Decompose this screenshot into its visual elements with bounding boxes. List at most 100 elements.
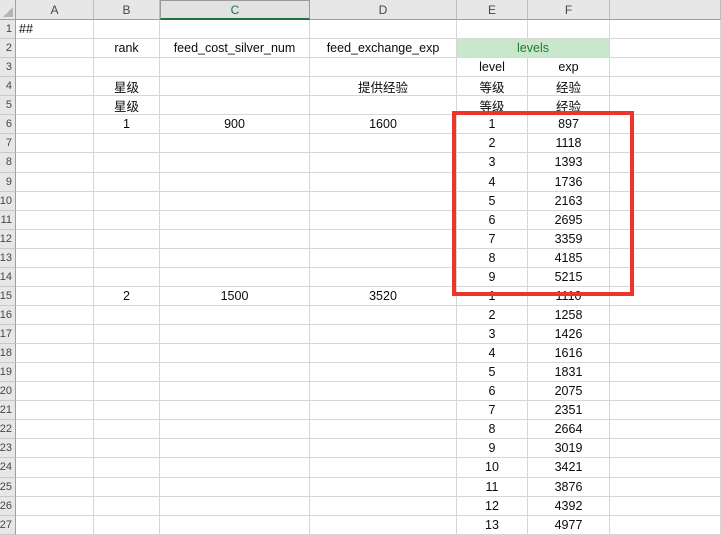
- cell-F11[interactable]: 2695: [528, 211, 610, 230]
- row-header-15[interactable]: 15: [0, 287, 16, 306]
- cell-A20[interactable]: [16, 382, 94, 401]
- cell-C2[interactable]: feed_cost_silver_num: [160, 39, 310, 58]
- column-header-B[interactable]: B: [94, 0, 160, 20]
- cell-G25[interactable]: [610, 478, 721, 497]
- cell-G16[interactable]: [610, 306, 721, 325]
- cell-D15[interactable]: 3520: [310, 287, 457, 306]
- row-header-10[interactable]: 10: [0, 192, 16, 211]
- cell-G17[interactable]: [610, 325, 721, 344]
- cell-F16[interactable]: 1258: [528, 306, 610, 325]
- cell-F18[interactable]: 1616: [528, 344, 610, 363]
- cell-C25[interactable]: [160, 478, 310, 497]
- cell-D27[interactable]: [310, 516, 457, 535]
- cell-B26[interactable]: [94, 497, 160, 516]
- cell-E3[interactable]: level: [457, 58, 528, 77]
- cell-B13[interactable]: [94, 249, 160, 268]
- cell-C18[interactable]: [160, 344, 310, 363]
- cell-D8[interactable]: [310, 153, 457, 172]
- cell-G5[interactable]: [610, 96, 721, 115]
- row-header-5[interactable]: 5: [0, 96, 16, 115]
- cell-A25[interactable]: [16, 478, 94, 497]
- cell-A26[interactable]: [16, 497, 94, 516]
- cell-F27[interactable]: 4977: [528, 516, 610, 535]
- cell-G8[interactable]: [610, 153, 721, 172]
- row-header-25[interactable]: 25: [0, 478, 16, 497]
- cell-C15[interactable]: 1500: [160, 287, 310, 306]
- cell-F15[interactable]: 1110: [528, 287, 610, 306]
- cell-A2[interactable]: [16, 39, 94, 58]
- cell-C17[interactable]: [160, 325, 310, 344]
- column-header-E[interactable]: E: [457, 0, 528, 20]
- cell-G3[interactable]: [610, 58, 721, 77]
- cell-E18[interactable]: 4: [457, 344, 528, 363]
- cell-D5[interactable]: [310, 96, 457, 115]
- cell-B19[interactable]: [94, 363, 160, 382]
- cell-F21[interactable]: 2351: [528, 401, 610, 420]
- cell-B16[interactable]: [94, 306, 160, 325]
- cell-E25[interactable]: 11: [457, 478, 528, 497]
- row-header-2[interactable]: 2: [0, 39, 16, 58]
- cell-B21[interactable]: [94, 401, 160, 420]
- cell-C7[interactable]: [160, 134, 310, 153]
- cell-G19[interactable]: [610, 363, 721, 382]
- cell-G10[interactable]: [610, 192, 721, 211]
- cell-D1[interactable]: [310, 20, 457, 39]
- row-header-1[interactable]: 1: [0, 20, 16, 39]
- cell-D7[interactable]: [310, 134, 457, 153]
- cell-F19[interactable]: 1831: [528, 363, 610, 382]
- cell-D23[interactable]: [310, 439, 457, 458]
- row-header-19[interactable]: 19: [0, 363, 16, 382]
- cell-B22[interactable]: [94, 420, 160, 439]
- cell-B25[interactable]: [94, 478, 160, 497]
- cell-B2[interactable]: rank: [94, 39, 160, 58]
- cell-D21[interactable]: [310, 401, 457, 420]
- select-all-corner[interactable]: [0, 0, 16, 20]
- row-header-14[interactable]: 14: [0, 268, 16, 287]
- cell-A17[interactable]: [16, 325, 94, 344]
- cell-G12[interactable]: [610, 230, 721, 249]
- cell-A12[interactable]: [16, 230, 94, 249]
- cell-A11[interactable]: [16, 211, 94, 230]
- cell-A7[interactable]: [16, 134, 94, 153]
- cell-C20[interactable]: [160, 382, 310, 401]
- cell-D24[interactable]: [310, 458, 457, 477]
- cell-B1[interactable]: [94, 20, 160, 39]
- cell-F20[interactable]: 2075: [528, 382, 610, 401]
- cell-E1[interactable]: [457, 20, 528, 39]
- cell-B20[interactable]: [94, 382, 160, 401]
- cell-B24[interactable]: [94, 458, 160, 477]
- cell-C11[interactable]: [160, 211, 310, 230]
- cell-C26[interactable]: [160, 497, 310, 516]
- cell-F13[interactable]: 4185: [528, 249, 610, 268]
- cell-A14[interactable]: [16, 268, 94, 287]
- cell-D3[interactable]: [310, 58, 457, 77]
- cell-A10[interactable]: [16, 192, 94, 211]
- cell-G23[interactable]: [610, 439, 721, 458]
- cell-G21[interactable]: [610, 401, 721, 420]
- cell-E19[interactable]: 5: [457, 363, 528, 382]
- cell-C6[interactable]: 900: [160, 115, 310, 134]
- cell-F22[interactable]: 2664: [528, 420, 610, 439]
- cell-E24[interactable]: 10: [457, 458, 528, 477]
- cell-A5[interactable]: [16, 96, 94, 115]
- row-header-7[interactable]: 7: [0, 134, 16, 153]
- row-header-16[interactable]: 16: [0, 306, 16, 325]
- row-header-11[interactable]: 11: [0, 211, 16, 230]
- cell-G13[interactable]: [610, 249, 721, 268]
- row-header-24[interactable]: 24: [0, 458, 16, 477]
- cell-E27[interactable]: 13: [457, 516, 528, 535]
- cell-E12[interactable]: 7: [457, 230, 528, 249]
- cell-E9[interactable]: 4: [457, 173, 528, 192]
- cell-C4[interactable]: [160, 77, 310, 96]
- cell-C9[interactable]: [160, 173, 310, 192]
- cell-C10[interactable]: [160, 192, 310, 211]
- cell-B14[interactable]: [94, 268, 160, 287]
- cell-B9[interactable]: [94, 173, 160, 192]
- cell-F5[interactable]: 经验: [528, 96, 610, 115]
- cell-D17[interactable]: [310, 325, 457, 344]
- row-header-23[interactable]: 23: [0, 439, 16, 458]
- cell-E22[interactable]: 8: [457, 420, 528, 439]
- cell-A19[interactable]: [16, 363, 94, 382]
- cell-B8[interactable]: [94, 153, 160, 172]
- cell-G6[interactable]: [610, 115, 721, 134]
